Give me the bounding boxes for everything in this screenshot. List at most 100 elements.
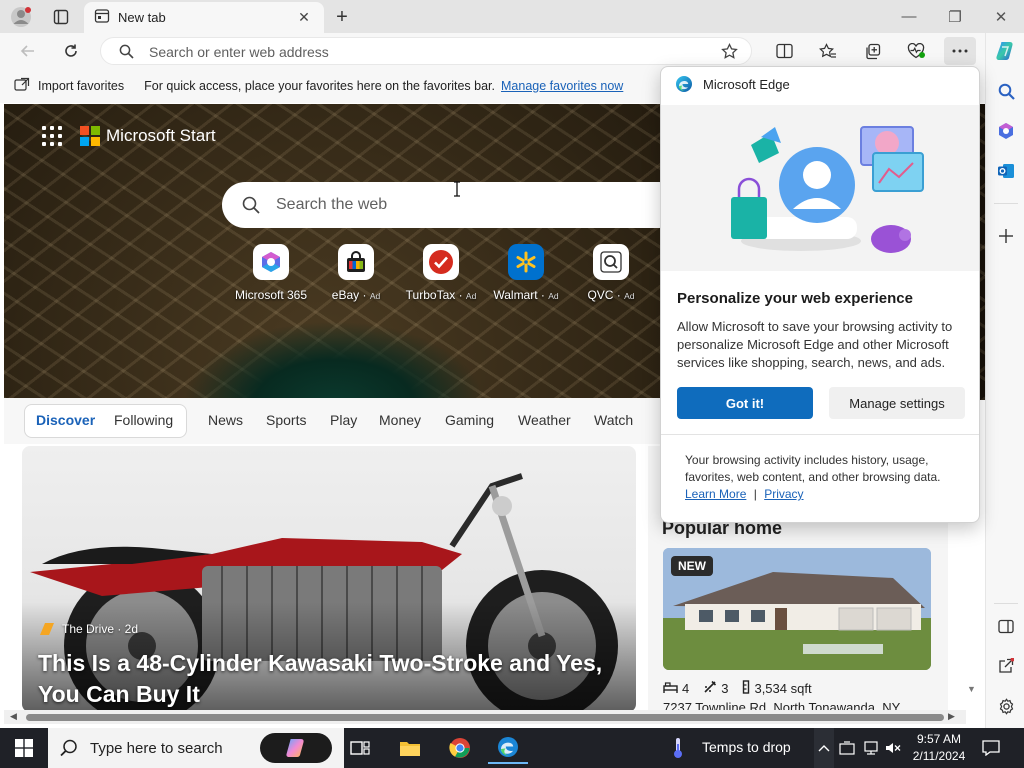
bedrooms-count: 4 xyxy=(682,681,690,696)
back-arrow-icon[interactable] xyxy=(14,37,42,65)
meet-now-icon[interactable] xyxy=(838,739,856,757)
feed-navigation: Discover Following News Sports Play Mone… xyxy=(4,398,660,444)
taskbar-copilot-icon[interactable] xyxy=(260,733,332,763)
close-window-icon[interactable]: ✕ xyxy=(978,0,1024,33)
split-screen-icon[interactable] xyxy=(770,37,798,65)
tab-sports[interactable]: Sports xyxy=(266,412,306,428)
edge-taskbar-icon[interactable] xyxy=(488,732,528,764)
edge-logo-icon xyxy=(675,75,693,93)
address-placeholder: Search or enter web address xyxy=(149,44,329,60)
quicklink-microsoft-365[interactable]: Microsoft 365 xyxy=(226,244,316,302)
text-cursor-icon xyxy=(453,181,461,200)
learn-more-link[interactable]: Learn More xyxy=(685,487,746,501)
tab-weather[interactable]: Weather xyxy=(518,412,571,428)
tab-discover[interactable]: Discover xyxy=(36,412,95,428)
sidebar-settings-gear-icon[interactable] xyxy=(992,692,1020,720)
weather-text[interactable]: Temps to drop xyxy=(702,739,791,755)
scroll-right-arrow-icon[interactable]: ▶ xyxy=(948,711,955,722)
browser-essentials-icon[interactable] xyxy=(902,37,930,65)
search-icon xyxy=(119,44,134,62)
import-favorites-button[interactable]: Import favorites xyxy=(38,79,124,93)
tab-close-icon[interactable]: ✕ xyxy=(294,8,314,28)
card-source: The Drive · 2d xyxy=(40,622,138,636)
windows-taskbar: Type here to search Temps to drop 9:57 A… xyxy=(0,728,1024,768)
system-clock[interactable]: 9:57 AM 2/11/2024 xyxy=(908,731,970,765)
tab-money[interactable]: Money xyxy=(379,412,421,428)
flyout-footer-text: Your browsing activity includes history,… xyxy=(685,453,941,484)
tab-following[interactable]: Following xyxy=(114,412,173,428)
quicklink-label: TurboTax xyxy=(405,288,456,302)
manage-settings-button[interactable]: Manage settings xyxy=(829,387,965,419)
got-it-button[interactable]: Got it! xyxy=(677,387,813,419)
file-explorer-icon[interactable] xyxy=(390,732,430,764)
address-bar[interactable]: Search or enter web address xyxy=(100,37,752,65)
quicklink-walmart[interactable]: Walmart · Ad xyxy=(481,244,571,302)
quicklink-label: QVC xyxy=(587,288,614,302)
tab-watch[interactable]: Watch xyxy=(594,412,633,428)
web-search-box[interactable]: Search the web xyxy=(222,182,682,228)
tab-play[interactable]: Play xyxy=(330,412,357,428)
tab-actions-icon[interactable] xyxy=(48,4,74,30)
scroll-left-arrow-icon[interactable]: ◀ xyxy=(10,711,17,722)
show-hidden-icons-chevron-icon[interactable] xyxy=(814,728,834,768)
scroll-down-arrow-icon[interactable]: ▼ xyxy=(967,684,976,694)
qvc-icon xyxy=(593,244,629,280)
microsoft-365-icon xyxy=(253,244,289,280)
flyout-divider xyxy=(661,434,979,435)
app-launcher-icon[interactable] xyxy=(42,126,62,146)
ad-badge: Ad xyxy=(369,291,381,301)
settings-more-icon[interactable] xyxy=(944,37,976,65)
bathrooms-count: 3 xyxy=(721,681,729,696)
collections-icon[interactable] xyxy=(858,37,886,65)
quicklink-turbotax[interactable]: TurboTax · Ad xyxy=(396,244,486,302)
hide-sidebar-icon[interactable] xyxy=(992,612,1020,640)
taskbar-search-placeholder: Type here to search xyxy=(90,739,223,757)
refresh-icon[interactable] xyxy=(57,37,85,65)
brand-row: Microsoft Start xyxy=(42,126,216,146)
horizontal-scrollbar[interactable]: ◀ ▶ xyxy=(4,710,966,724)
microsoft-365-sidebar-icon[interactable] xyxy=(992,117,1020,145)
new-tab-plus-icon[interactable]: + xyxy=(330,5,354,29)
profile-avatar-icon[interactable] xyxy=(8,4,34,30)
quicklink-label: Walmart xyxy=(493,288,538,302)
brand-name: Microsoft Start xyxy=(106,126,216,145)
new-badge: NEW xyxy=(671,556,713,576)
quicklink-ebay[interactable]: eBay · Ad xyxy=(311,244,401,302)
windows-start-icon[interactable] xyxy=(0,728,48,768)
add-sidebar-app-icon[interactable] xyxy=(992,222,1020,250)
copilot-icon[interactable] xyxy=(992,37,1020,65)
favorites-hint: For quick access, place your favorites h… xyxy=(144,79,496,93)
network-icon[interactable] xyxy=(862,739,880,757)
card-headline[interactable]: This Is a 48-Cylinder Kawasaki Two-Strok… xyxy=(38,648,628,710)
ebay-bag-icon xyxy=(338,244,374,280)
chrome-icon[interactable] xyxy=(440,732,480,764)
ad-badge: Ad xyxy=(624,291,635,301)
volume-muted-icon[interactable] xyxy=(884,739,902,757)
external-link-icon[interactable] xyxy=(992,652,1020,680)
quicklink-qvc[interactable]: QVC · Ad xyxy=(566,244,656,302)
house-photo[interactable]: NEW xyxy=(663,548,931,670)
feed-card[interactable]: The Drive · 2d This Is a 48-Cylinder Kaw… xyxy=(22,446,636,712)
search-sidebar-icon[interactable] xyxy=(992,77,1020,105)
link-separator: | xyxy=(753,487,757,501)
flyout-header-text: Microsoft Edge xyxy=(703,76,790,92)
weather-thermometer-icon[interactable] xyxy=(664,732,692,764)
taskbar-search-box[interactable]: Type here to search xyxy=(48,728,344,768)
area-icon xyxy=(742,680,750,697)
tab-gaming[interactable]: Gaming xyxy=(445,412,494,428)
favorite-star-icon[interactable] xyxy=(721,42,738,63)
edge-sidebar xyxy=(985,33,1024,728)
walmart-spark-icon xyxy=(508,244,544,280)
outlook-icon[interactable] xyxy=(992,157,1020,185)
notification-center-icon[interactable] xyxy=(982,739,1000,757)
tab-new-tab[interactable]: New tab ✕ xyxy=(84,2,324,33)
favorites-icon[interactable] xyxy=(814,37,842,65)
tab-news[interactable]: News xyxy=(208,412,243,428)
privacy-link[interactable]: Privacy xyxy=(764,487,803,501)
restore-icon[interactable]: ❐ xyxy=(932,0,978,33)
manage-favorites-link[interactable]: Manage favorites now xyxy=(501,79,623,93)
task-view-icon[interactable] xyxy=(340,732,380,764)
scroll-thumb[interactable] xyxy=(26,714,944,721)
minimize-icon[interactable]: — xyxy=(886,0,932,33)
ad-badge: Ad xyxy=(465,291,477,301)
